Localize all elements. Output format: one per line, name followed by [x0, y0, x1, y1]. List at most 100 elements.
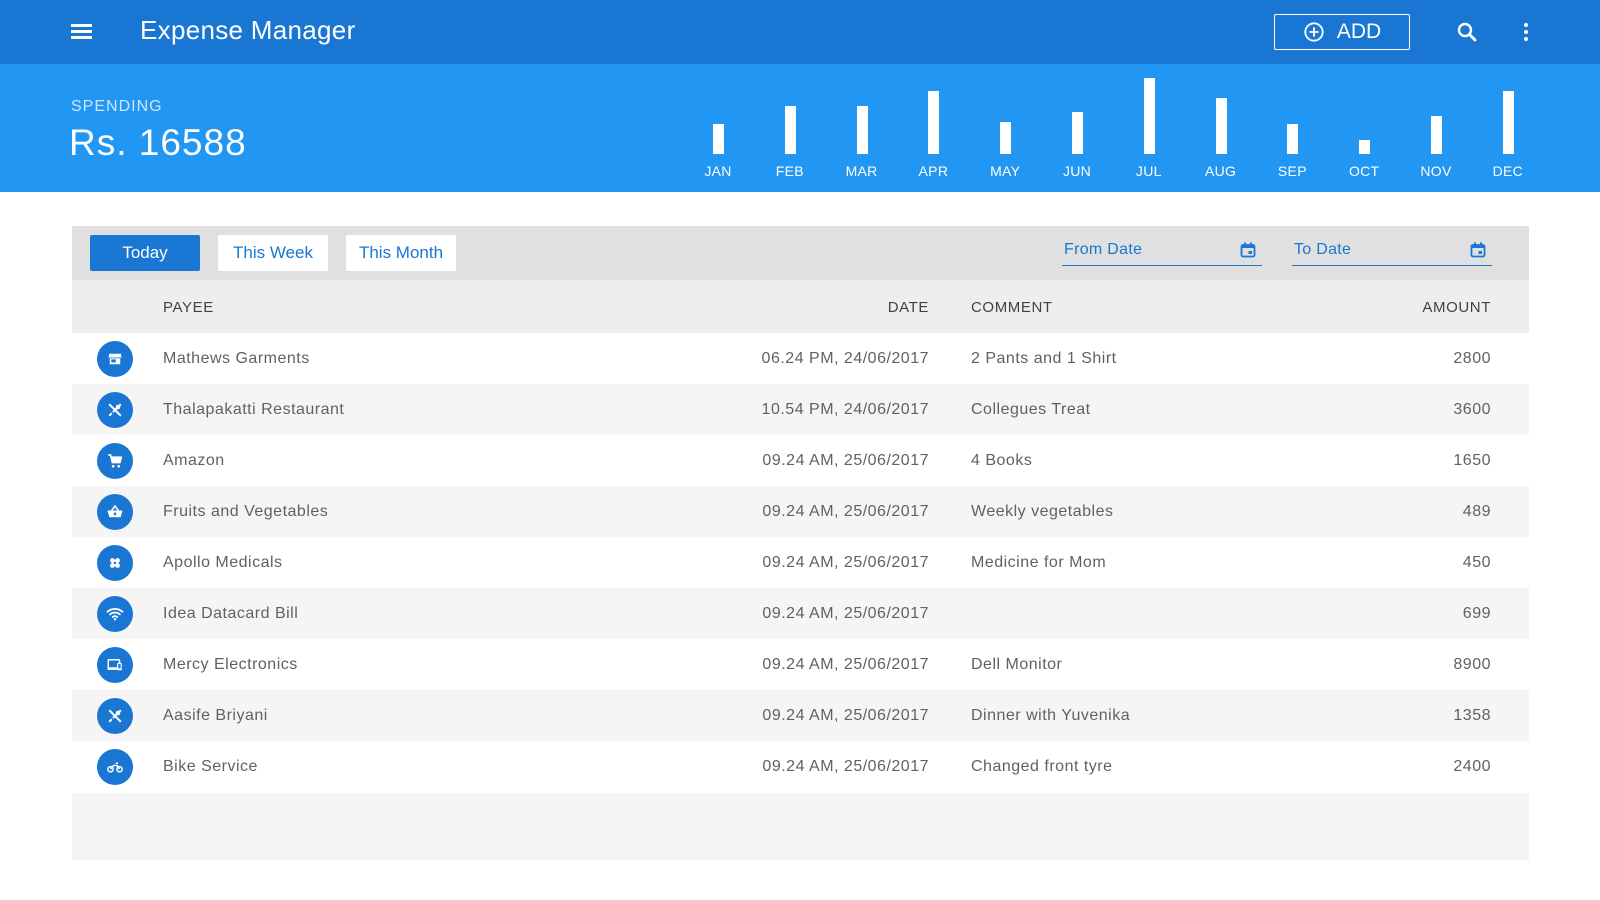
comment-cell: Medicine for Mom	[971, 554, 1107, 571]
chart-column-apr: APR	[908, 64, 958, 192]
table-row[interactable]: Thalapakatti Restaurant 10.54 PM, 24/06/2…	[72, 384, 1529, 436]
payee-cell: Bike Service	[163, 758, 258, 775]
chart-bar[interactable]	[1502, 91, 1514, 154]
from-date-field[interactable]: From Date	[1062, 238, 1262, 266]
expense-card: Today This Week This Month From Date To …	[72, 226, 1529, 860]
add-circle-icon	[1304, 22, 1324, 42]
devices-icon	[97, 647, 133, 683]
filter-this-week-button[interactable]: This Week	[218, 235, 328, 271]
date-cell: 09.24 AM, 25/06/2017	[762, 605, 929, 622]
to-date-field[interactable]: To Date	[1292, 238, 1492, 266]
filter-today-button[interactable]: Today	[90, 235, 200, 271]
table-header: PAYEE DATE COMMENT AMOUNT	[72, 280, 1529, 333]
chart-column-sep: SEP	[1267, 64, 1317, 192]
chart-column-dec: DEC	[1483, 64, 1533, 192]
search-icon[interactable]	[1455, 20, 1479, 44]
amount-cell: 2800	[1453, 350, 1491, 367]
filter-bar: Today This Week This Month From Date To …	[72, 226, 1529, 280]
chart-column-nov: NOV	[1411, 64, 1461, 192]
chart-month-label: JUL	[1135, 163, 1162, 179]
chart-month-label: DEC	[1492, 163, 1524, 179]
amount-cell: 3600	[1453, 401, 1491, 418]
calendar-icon	[1470, 242, 1486, 258]
payee-cell: Mercy Electronics	[163, 656, 298, 673]
payee-cell: Amazon	[163, 452, 225, 469]
table-row[interactable]: Idea Datacard Bill 09.24 AM, 25/06/2017 69…	[72, 588, 1529, 640]
date-cell: 09.24 AM, 25/06/2017	[762, 707, 929, 724]
restaurant-icon	[97, 698, 133, 734]
chart-column-jun: JUN	[1052, 64, 1102, 192]
chart-bar[interactable]	[856, 106, 868, 154]
from-date-placeholder: From Date	[1064, 241, 1143, 258]
chart-month-label: MAR	[845, 163, 878, 179]
to-date-placeholder: To Date	[1294, 241, 1352, 258]
date-cell: 09.24 AM, 25/06/2017	[762, 503, 929, 520]
comment-cell: 2 Pants and 1 Shirt	[971, 350, 1117, 367]
payee-cell: Mathews Garments	[163, 350, 310, 367]
motorcycle-icon	[97, 749, 133, 785]
payee-cell: Fruits and Vegetables	[163, 503, 329, 520]
wifi-icon	[97, 596, 133, 632]
menu-icon[interactable]	[70, 18, 94, 46]
table-row[interactable]: Amazon 09.24 AM, 25/06/2017 4 Books 1650	[72, 435, 1529, 487]
date-cell: 09.24 AM, 25/06/2017	[762, 758, 929, 775]
chart-bar[interactable]	[928, 91, 940, 154]
table-row[interactable]: Aasife Briyani 09.24 AM, 25/06/2017 Dinner…	[72, 690, 1529, 742]
monthly-spending-chart: JAN FEB MAR APR MAY JUN JUL AUG SEP OCT NOV DEC	[690, 64, 1550, 192]
chart-month-label: MAY	[990, 163, 1021, 179]
chart-bar[interactable]	[784, 106, 796, 154]
chart-column-jul: JUL	[1124, 64, 1174, 192]
amount-cell: 489	[1462, 503, 1491, 520]
chart-bar[interactable]	[1000, 122, 1012, 154]
table-row[interactable]: Apollo Medicals 09.24 AM, 25/06/2017 Medic…	[72, 537, 1529, 589]
chart-column-may: MAY	[980, 64, 1030, 192]
date-cell: 09.24 AM, 25/06/2017	[762, 656, 929, 673]
add-button[interactable]: ADD	[1274, 14, 1410, 50]
table-row[interactable]: Fruits and Vegetables 09.24 AM, 25/06/201…	[72, 486, 1529, 538]
chart-bar[interactable]	[1287, 124, 1299, 154]
chart-bar[interactable]	[713, 124, 724, 154]
chart-month-label: NOV	[1420, 163, 1452, 179]
calendar-icon	[1240, 242, 1256, 258]
column-header-payee[interactable]: PAYEE	[163, 299, 214, 316]
chart-column-jan: JAN	[693, 64, 743, 192]
chart-bar[interactable]	[1215, 98, 1227, 154]
comment-cell: Weekly vegetables	[971, 503, 1114, 520]
amount-cell: 1358	[1453, 707, 1491, 724]
chart-bar[interactable]	[1072, 112, 1083, 154]
amount-cell: 2400	[1453, 758, 1491, 775]
spending-summary: SPENDING Rs. 16588 JAN FEB MAR APR MAY JUN JUL…	[0, 64, 1600, 192]
cart-icon	[97, 443, 133, 479]
date-cell: 10.54 PM, 24/06/2017	[761, 401, 929, 418]
basket-icon	[97, 494, 133, 530]
chart-column-aug: AUG	[1196, 64, 1246, 192]
date-cell: 09.24 AM, 25/06/2017	[762, 452, 929, 469]
chart-column-oct: OCT	[1339, 64, 1389, 192]
table-row[interactable]: Mercy Electronics 09.24 AM, 25/06/2017 Del…	[72, 639, 1529, 691]
column-header-date[interactable]: DATE	[888, 299, 929, 316]
more-vert-icon[interactable]	[1516, 20, 1536, 44]
comment-cell: Dell Monitor	[971, 656, 1063, 673]
chart-bar[interactable]	[1143, 78, 1155, 154]
chart-column-mar: MAR	[837, 64, 887, 192]
filter-this-month-button[interactable]: This Month	[346, 235, 456, 271]
chart-bar[interactable]	[1431, 116, 1442, 154]
column-header-amount[interactable]: AMOUNT	[1422, 299, 1491, 316]
add-button-label: ADD	[1336, 20, 1382, 43]
chart-month-label: FEB	[775, 163, 804, 179]
column-header-comment[interactable]: COMMENT	[971, 299, 1053, 316]
comment-cell: Changed front tyre	[971, 758, 1113, 775]
comment-cell: Dinner with Yuvenika	[971, 707, 1131, 724]
chart-bar[interactable]	[1359, 140, 1371, 154]
table-row[interactable]: Mathews Garments 06.24 PM, 24/06/2017 2 Pa…	[72, 333, 1529, 385]
payee-cell: Idea Datacard Bill	[163, 605, 299, 622]
chart-month-label: OCT	[1348, 163, 1380, 179]
date-cell: 06.24 PM, 24/06/2017	[761, 350, 929, 367]
payee-cell: Aasife Briyani	[163, 707, 268, 724]
spending-label: SPENDING	[71, 98, 163, 115]
amount-cell: 699	[1462, 605, 1491, 622]
date-cell: 09.24 AM, 25/06/2017	[762, 554, 929, 571]
app-bar: Expense Manager ADD	[0, 0, 1600, 64]
table-row[interactable]: Bike Service 09.24 AM, 25/06/2017 Changed …	[72, 741, 1529, 793]
chart-column-feb: FEB	[765, 64, 815, 192]
